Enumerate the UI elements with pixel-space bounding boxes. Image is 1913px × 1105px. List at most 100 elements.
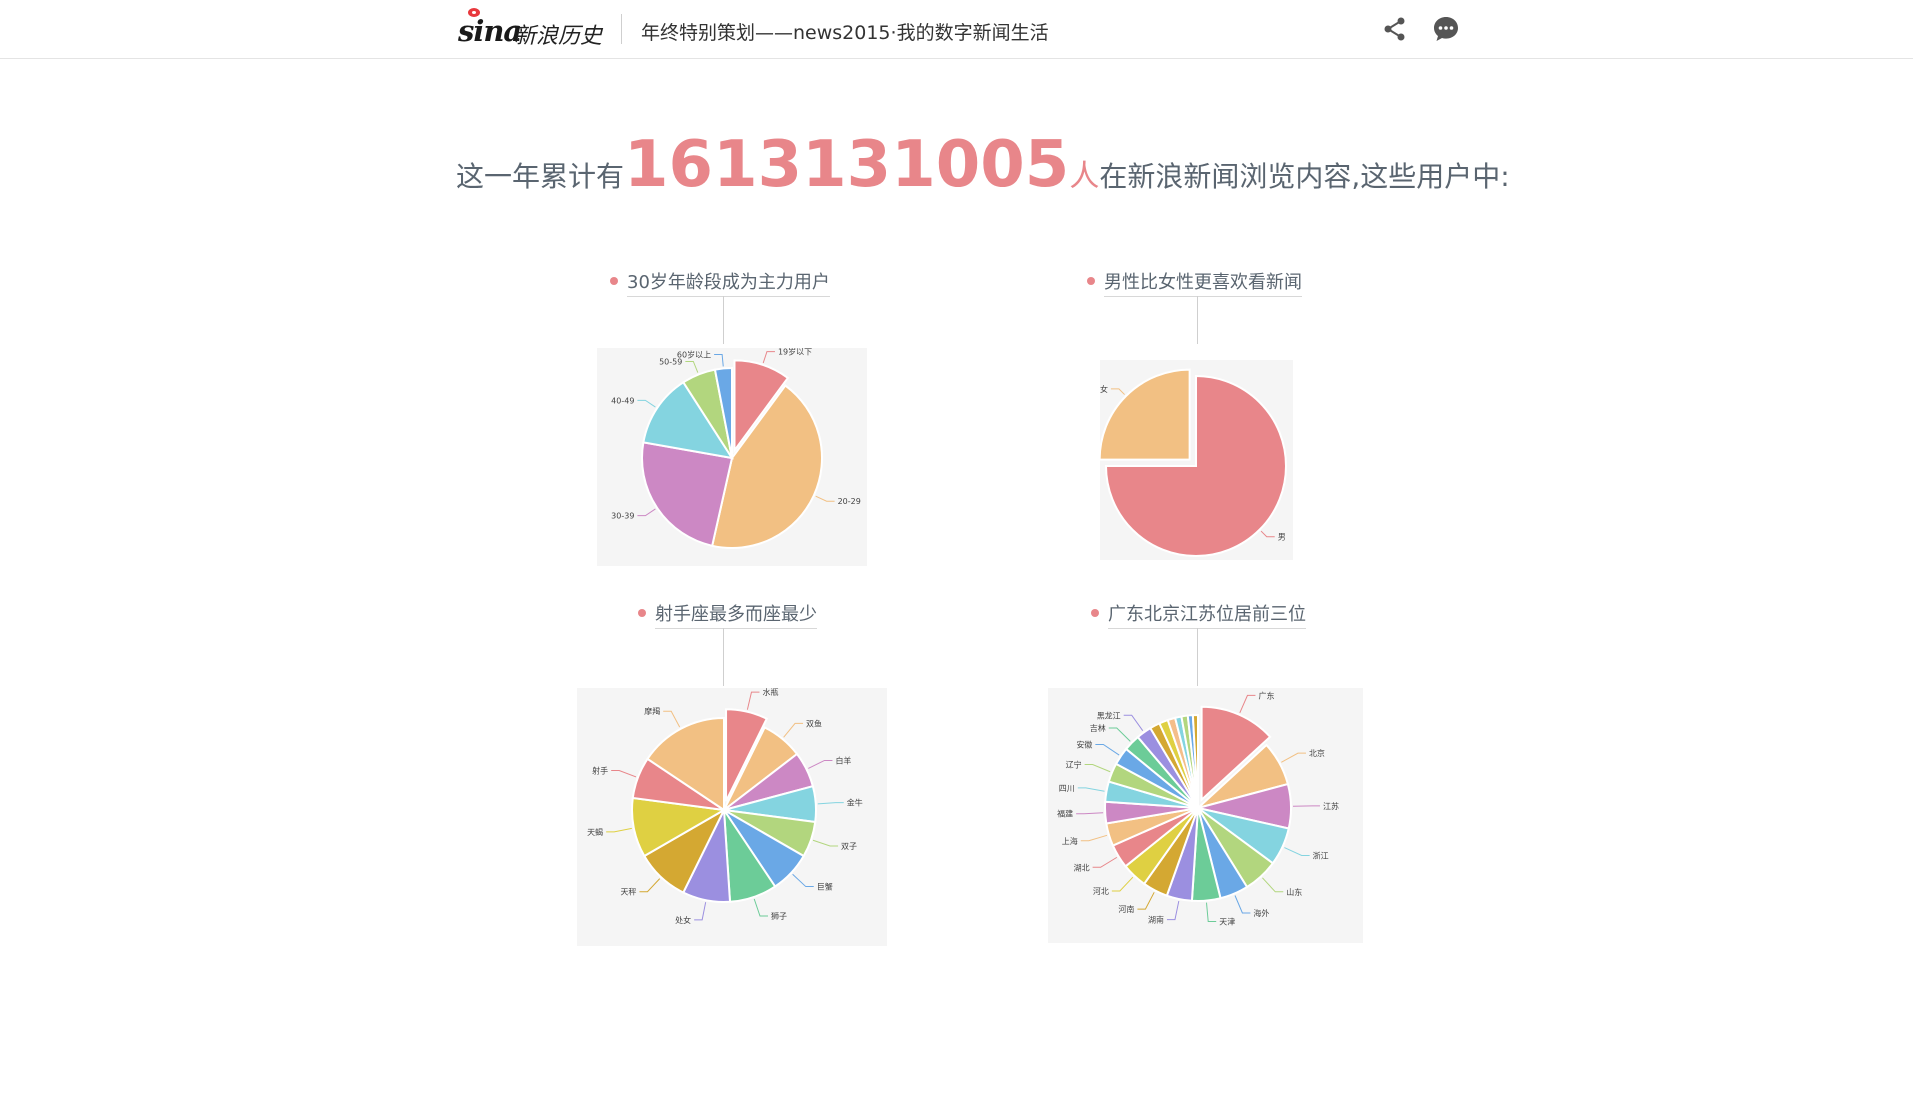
sina-history-logo[interactable]: sina 新浪历史: [458, 8, 608, 49]
label-leader-line: [783, 722, 804, 738]
bullet-dot: [638, 609, 646, 617]
slice-label: 天津: [1219, 917, 1235, 927]
connector-line: [1197, 296, 1198, 344]
label-leader-line: [694, 902, 707, 921]
label-leader-line: [685, 360, 699, 373]
label-leader-line: [637, 399, 656, 408]
slice-label: 湖南: [1148, 915, 1164, 925]
slice-label: 福建: [1057, 809, 1073, 819]
label-leader-line: [1281, 752, 1306, 763]
headline-prefix: 这一年累计有: [456, 160, 625, 193]
share-icon[interactable]: [1381, 15, 1409, 43]
slice-label: 19岁以下: [778, 348, 812, 357]
slice-label: 湖北: [1074, 863, 1090, 872]
age-pie-svg: 19岁以下20-2930-3940-4950-5960岁以上: [611, 348, 861, 549]
label-leader-line: [1084, 764, 1111, 773]
label-leader-line: [1206, 902, 1217, 923]
label-leader-line: [1166, 900, 1180, 921]
chart-title-gender: 男性比女性更喜欢看新闻: [1104, 268, 1302, 297]
label-leader-line: [815, 495, 835, 502]
connector-line: [723, 628, 724, 686]
label-leader-line: [753, 898, 769, 917]
headline: 这一年累计有1613131005人在新浪新闻浏览内容,这些用户中:: [0, 128, 1913, 208]
label-leader-line: [1095, 743, 1120, 756]
header-divider: [621, 14, 622, 44]
slice-label: 安徽: [1076, 739, 1092, 749]
slice-label: 女: [1100, 384, 1108, 394]
label-leader-line: [762, 351, 775, 364]
slice-label: 辽宁: [1066, 760, 1082, 770]
slice-label: 四川: [1059, 784, 1075, 793]
slice-label: 河北: [1093, 886, 1109, 896]
slice-label: 浙江: [1313, 850, 1329, 860]
label-leader-line: [611, 770, 637, 778]
zodiac-pie-svg: 水瓶双鱼白羊金牛双子巨蟹狮子 处女 天秤 天蝎 射手 摩羯: [587, 688, 863, 925]
label-leader-line: [817, 802, 844, 805]
province-pie-chart: 广东 北京 江苏 浙江 山东 海外 天津 湖南 河南 河北 湖北 上海 福建 四川 辽宁 安徽 吉林 黑龙江: [1048, 688, 1363, 943]
age-pie-chart: 19岁以下 20-29 30-39 40-49 50-59 60岁以上: [597, 348, 867, 566]
comment-icon[interactable]: [1432, 15, 1460, 43]
label-leader-line: [639, 878, 661, 893]
slice-label: 天秤: [620, 887, 636, 897]
bullet-dot: [610, 277, 618, 285]
connector-line: [723, 296, 724, 344]
gender-pie-chart: 男女: [1100, 360, 1293, 560]
slice-label: 摩羯: [644, 706, 660, 716]
province-pie-svg: 广东北京江苏浙江山东海外天津 湖南 河南河北 湖北 上海 福建 四川 辽宁 安徽 吉林 黑龙江: [1057, 690, 1339, 927]
chart-title-province: 广东北京江苏位居前三位: [1108, 600, 1306, 629]
label-leader-line: [746, 691, 760, 710]
slice-label: 60岁以上: [677, 349, 711, 359]
logo-eye-highlight: [472, 11, 476, 14]
label-leader-line: [1111, 876, 1134, 892]
headline-user-count: 1613131005: [624, 128, 1070, 202]
logo-text: sina: [458, 14, 522, 48]
zodiac-pie-chart: 水瓶 双鱼 白羊 金牛 双子 巨蟹 狮子 处女 天秤 天蝎 射手 摩羯: [577, 688, 887, 946]
headline-suffix: 在新浪新闻浏览内容,这些用户中:: [1099, 160, 1510, 193]
label-leader-line: [1092, 856, 1118, 868]
slice-label: 20-29: [838, 497, 861, 506]
slice-label: 水瓶: [762, 688, 778, 697]
slice-label: 男: [1278, 533, 1286, 542]
label-leader-line: [606, 827, 632, 833]
slice-label: 山东: [1286, 887, 1302, 897]
slice-label: 双子: [841, 842, 857, 851]
slice-label: 30-39: [611, 512, 634, 521]
label-leader-line: [1239, 694, 1256, 713]
slice-label: 巨蟹: [817, 882, 833, 892]
label-leader-line: [1108, 727, 1131, 742]
label-leader-line: [792, 873, 814, 888]
label-leader-line: [637, 508, 656, 517]
slice-label: 广东: [1258, 690, 1274, 700]
chart-title-age: 30岁年龄段成为主力用户: [627, 268, 830, 297]
label-leader-line: [808, 759, 833, 769]
slice-label: 处女: [675, 915, 691, 925]
slice-label: 吉林: [1090, 723, 1106, 733]
label-leader-line: [812, 839, 839, 847]
label-leader-line: [1080, 834, 1108, 842]
gender-pie-svg: 男女: [1100, 368, 1287, 557]
slice-label: 北京: [1309, 748, 1325, 758]
label-leader-line: [1123, 714, 1144, 732]
label-leader-line: [1076, 812, 1104, 815]
slice-label: 白羊: [835, 755, 851, 765]
label-leader-line: [1262, 877, 1284, 893]
slice-label: 江苏: [1323, 801, 1339, 811]
top-bar-inner: sina 新浪历史 年终特别策划——news2015·我的数字新闻生活: [458, 0, 1458, 58]
brand-name: 新浪历史: [514, 24, 603, 49]
pie-slice-女: [1100, 368, 1191, 461]
label-leader-line: [1110, 388, 1125, 395]
slice-label: 狮子: [771, 912, 787, 921]
bullet-dot: [1087, 277, 1095, 285]
label-leader-line: [1260, 530, 1275, 538]
label-leader-line: [663, 710, 681, 728]
slice-label: 上海: [1062, 836, 1078, 846]
slice-label: 天蝎: [587, 827, 603, 837]
headline-unit: 人: [1069, 159, 1100, 194]
page-title: 年终特别策划——news2015·我的数字新闻生活: [641, 22, 1049, 44]
label-leader-line: [1234, 895, 1251, 914]
headline-text: 这一年累计有1613131005人在新浪新闻浏览内容,这些用户中:: [456, 128, 1510, 202]
slice-label: 40-49: [611, 396, 634, 405]
slice-label: 黑龙江: [1097, 710, 1121, 720]
label-leader-line: [1284, 847, 1310, 856]
slice-label: 射手: [592, 766, 608, 776]
